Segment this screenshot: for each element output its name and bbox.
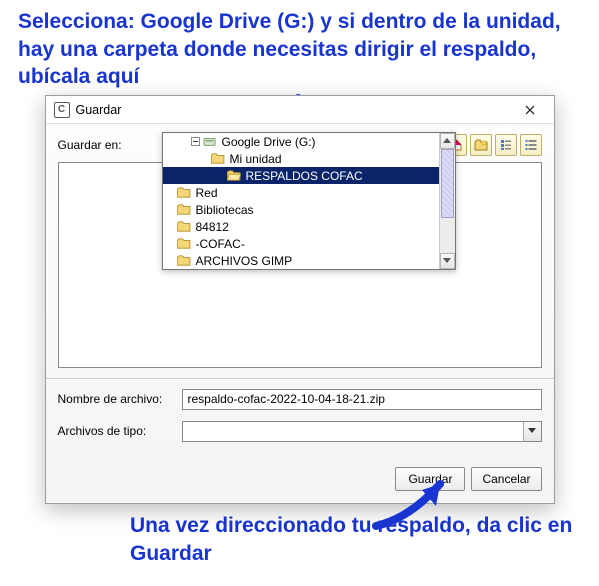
tree-item[interactable]: -COFAC- bbox=[163, 235, 455, 252]
tree-item-label: RESPALDOS COFAC bbox=[246, 169, 363, 183]
list-view-button[interactable] bbox=[495, 134, 517, 156]
location-tree-dropdown: Google Drive (G:) Mi unidad RESPALDOS COFA… bbox=[162, 132, 456, 270]
guardar-button[interactable]: Guardar bbox=[395, 467, 465, 491]
chevron-up-icon bbox=[443, 138, 451, 144]
tree-item-label: Mi unidad bbox=[230, 152, 282, 166]
cancelar-button[interactable]: Cancelar bbox=[471, 467, 541, 491]
chevron-down-icon bbox=[443, 258, 451, 264]
titlebar: C Guardar bbox=[46, 96, 554, 124]
tipo-arrow-button[interactable] bbox=[523, 422, 541, 441]
details-view-icon bbox=[524, 138, 538, 152]
chevron-down-icon bbox=[528, 428, 536, 434]
annotation-top: Selecciona: Google Drive (G:) y si dentr… bbox=[0, 0, 599, 95]
tree-item[interactable]: Red bbox=[163, 184, 455, 201]
nombre-archivo-value: respaldo-cofac-2022-10-04-18-21.zip bbox=[188, 392, 385, 406]
tree-item-label: Red bbox=[196, 186, 218, 200]
details-view-button[interactable] bbox=[520, 134, 542, 156]
tree-item-label: -COFAC- bbox=[196, 237, 245, 251]
new-folder-icon bbox=[474, 138, 488, 152]
nombre-archivo-label: Nombre de archivo: bbox=[58, 392, 182, 406]
close-button[interactable] bbox=[510, 98, 550, 122]
archivos-tipo-label: Archivos de tipo: bbox=[58, 424, 182, 438]
tree-item-label: Bibliotecas bbox=[196, 203, 254, 217]
tree-item[interactable]: RESPALDOS COFAC bbox=[163, 167, 455, 184]
tree-item-label: ARCHIVOS GIMP bbox=[196, 254, 293, 268]
tree-item[interactable]: Mi unidad bbox=[163, 150, 455, 167]
annotation-bottom: Una vez direccionado tu respaldo, da cli… bbox=[0, 504, 599, 571]
tree-item[interactable]: Bibliotecas bbox=[163, 201, 455, 218]
new-folder-button[interactable] bbox=[470, 134, 492, 156]
tree-item[interactable]: ARCHIVOS GIMP bbox=[163, 252, 455, 269]
tree-item[interactable]: Google Drive (G:) bbox=[163, 133, 455, 150]
window-title: Guardar bbox=[76, 103, 510, 117]
tree-item-label: 84812 bbox=[196, 220, 229, 234]
guardar-en-label: Guardar en: bbox=[58, 138, 162, 152]
tree-item[interactable]: 84812 bbox=[163, 218, 455, 235]
list-view-icon bbox=[499, 138, 513, 152]
scroll-up-button[interactable] bbox=[440, 133, 455, 149]
scroll-thumb[interactable] bbox=[441, 149, 454, 218]
archivos-tipo-combo[interactable] bbox=[182, 421, 542, 442]
dropdown-scrollbar[interactable] bbox=[439, 133, 455, 269]
app-icon: C bbox=[54, 102, 70, 118]
save-dialog: C Guardar Guardar en: RESPALDOS COFAC bbox=[45, 95, 555, 504]
close-icon bbox=[525, 105, 535, 115]
scroll-down-button[interactable] bbox=[440, 253, 455, 269]
nombre-archivo-input[interactable]: respaldo-cofac-2022-10-04-18-21.zip bbox=[182, 389, 542, 410]
tree-item-label: Google Drive (G:) bbox=[222, 135, 316, 149]
